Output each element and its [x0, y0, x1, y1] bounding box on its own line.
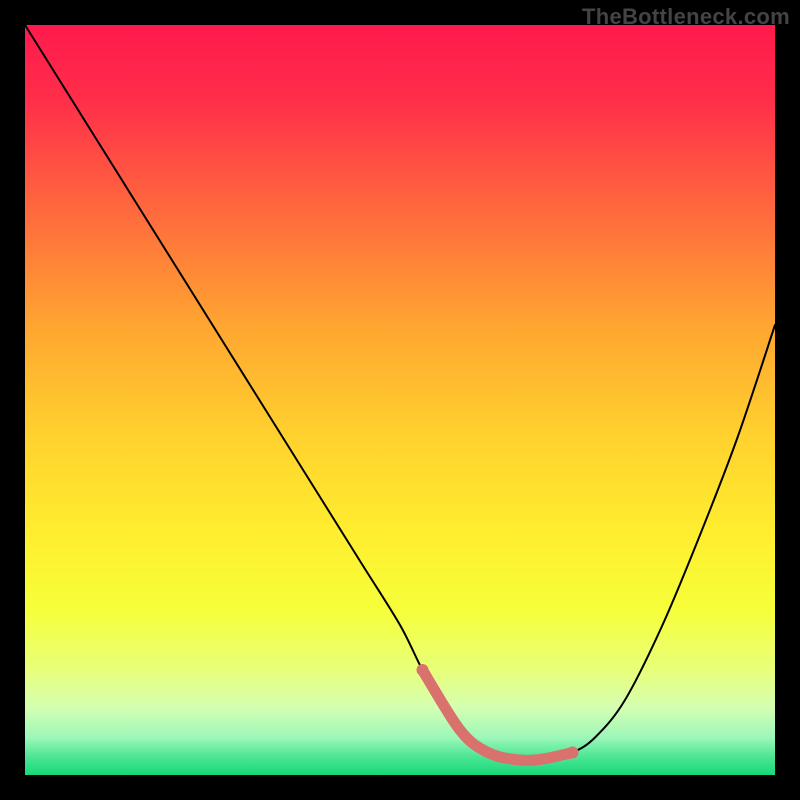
highlight-marker-end [567, 747, 579, 759]
plot-area [25, 25, 775, 775]
bottleneck-curve [25, 25, 775, 775]
highlight-marker-start [417, 664, 429, 676]
curve-main-path [25, 25, 775, 760]
chart-frame: TheBottleneck.com [0, 0, 800, 800]
watermark-text: TheBottleneck.com [582, 4, 790, 30]
curve-highlight-path [423, 670, 573, 760]
